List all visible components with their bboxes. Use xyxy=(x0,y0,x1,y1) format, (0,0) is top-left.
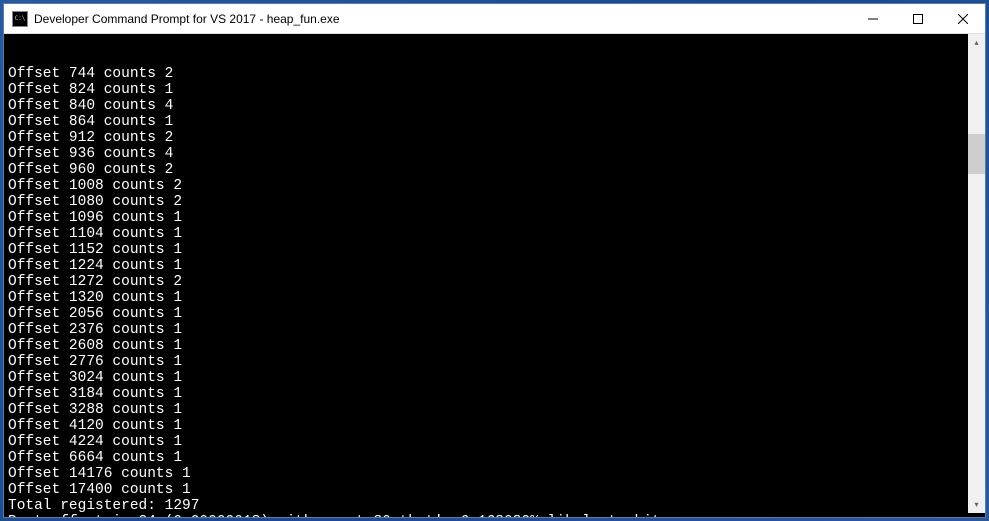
app-icon xyxy=(12,11,28,27)
maximize-button[interactable] xyxy=(895,4,940,33)
console-line: Offset 960 counts 2 xyxy=(8,162,981,178)
console-content: Offset 744 counts 2Offset 824 counts 1Of… xyxy=(8,66,981,517)
console-line: Offset 912 counts 2 xyxy=(8,130,981,146)
console-line: Offset 1320 counts 1 xyxy=(8,290,981,306)
console-window: Developer Command Prompt for VS 2017 - h… xyxy=(3,3,986,518)
console-line: Offset 2776 counts 1 xyxy=(8,354,981,370)
minimize-button[interactable] xyxy=(850,4,895,33)
console-line: Offset 1080 counts 2 xyxy=(8,194,981,210)
console-line: Offset 2056 counts 1 xyxy=(8,306,981,322)
console-output-area[interactable]: Offset 744 counts 2Offset 824 counts 1Of… xyxy=(4,34,985,517)
console-line: Offset 1104 counts 1 xyxy=(8,226,981,242)
console-line: Offset 744 counts 2 xyxy=(8,66,981,82)
console-line: Offset 3024 counts 1 xyxy=(8,370,981,386)
titlebar[interactable]: Developer Command Prompt for VS 2017 - h… xyxy=(4,4,985,34)
console-line: Offset 864 counts 1 xyxy=(8,114,981,130)
console-line: Offset 840 counts 4 xyxy=(8,98,981,114)
scrollbar-thumb[interactable] xyxy=(968,134,985,174)
console-line: Offset 1272 counts 2 xyxy=(8,274,981,290)
scrollbar-vertical[interactable]: ▴ ▾ xyxy=(968,34,985,513)
console-line: Offset 4224 counts 1 xyxy=(8,434,981,450)
console-line: Offset 3184 counts 1 xyxy=(8,386,981,402)
console-line: Offset 4120 counts 1 xyxy=(8,418,981,434)
console-line: Offset 1152 counts 1 xyxy=(8,242,981,258)
console-line: Best offset is 24 (0x00000018) with coun… xyxy=(8,514,981,517)
console-line: Offset 14176 counts 1 xyxy=(8,466,981,482)
scroll-down-button[interactable]: ▾ xyxy=(968,496,985,513)
console-line: Offset 3288 counts 1 xyxy=(8,402,981,418)
console-line: Offset 6664 counts 1 xyxy=(8,450,981,466)
console-line: Offset 1224 counts 1 xyxy=(8,258,981,274)
window-title: Developer Command Prompt for VS 2017 - h… xyxy=(34,12,850,26)
console-line: Offset 1008 counts 2 xyxy=(8,178,981,194)
console-line: Offset 17400 counts 1 xyxy=(8,482,981,498)
titlebar-controls xyxy=(850,4,985,33)
console-line: Offset 2608 counts 1 xyxy=(8,338,981,354)
console-line: Offset 824 counts 1 xyxy=(8,82,981,98)
console-line: Total registered: 1297 xyxy=(8,498,981,514)
console-line: Offset 2376 counts 1 xyxy=(8,322,981,338)
console-line: Offset 1096 counts 1 xyxy=(8,210,981,226)
close-button[interactable] xyxy=(940,4,985,33)
scroll-up-button[interactable]: ▴ xyxy=(968,34,985,51)
console-line: Offset 936 counts 4 xyxy=(8,146,981,162)
